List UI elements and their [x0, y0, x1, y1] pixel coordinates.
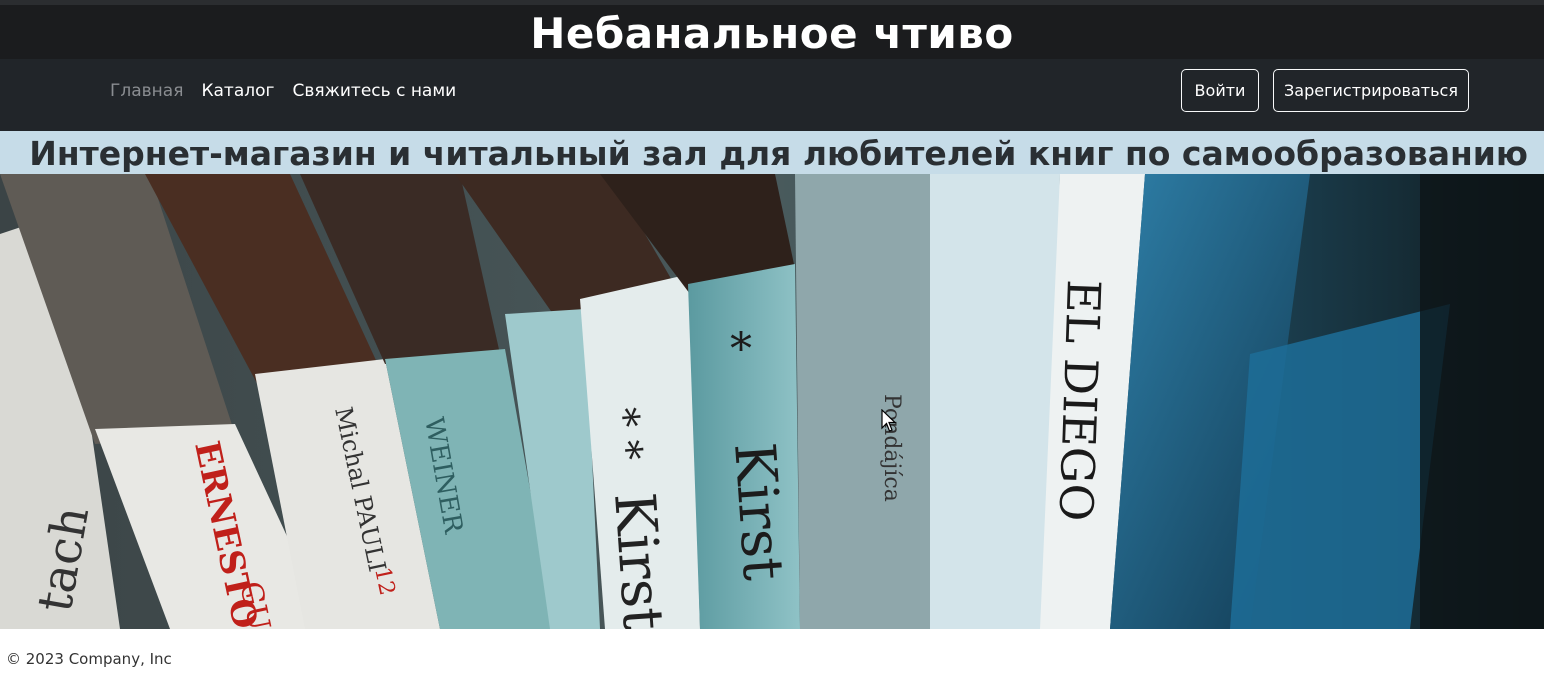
nav-links: Главная Каталог Свяжитесь с нами — [110, 59, 474, 123]
spine-text: * — [730, 324, 752, 375]
copyright-text: © 2023 Company, Inc — [6, 650, 172, 668]
register-button[interactable]: Зарегистрироваться — [1273, 69, 1469, 112]
navbar: Главная Каталог Свяжитесь с нами Войти З… — [0, 59, 1544, 131]
site-title: Небанальное чтиво — [530, 9, 1014, 58]
hero-heading: Интернет-магазин и читальный зал для люб… — [29, 134, 1528, 173]
nav-link-contact[interactable]: Свяжитесь с нами — [292, 81, 456, 101]
spine-text: * * — [600, 406, 650, 463]
spine-text: Kirst — [601, 490, 675, 629]
hero-heading-bar: Интернет-магазин и читальный зал для люб… — [0, 131, 1544, 174]
site-header: Небанальное чтиво — [0, 5, 1544, 59]
nav-link-catalog[interactable]: Каталог — [201, 81, 274, 101]
spine-text: Kirst — [721, 440, 795, 582]
mouse-cursor-icon — [881, 409, 897, 432]
hero-bookshelf-image: tach ERNESTO GU Michal PAULI 12 WEINER *… — [0, 174, 1544, 629]
nav-actions: Войти Зарегистрироваться — [1181, 69, 1469, 112]
spine-text: EL DIEGO — [1049, 279, 1111, 523]
nav-link-home[interactable]: Главная — [110, 81, 183, 101]
bookshelf-illustration: tach ERNESTO GU Michal PAULI 12 WEINER *… — [0, 174, 1544, 629]
footer: © 2023 Company, Inc — [6, 650, 172, 668]
login-button[interactable]: Войти — [1181, 69, 1259, 112]
